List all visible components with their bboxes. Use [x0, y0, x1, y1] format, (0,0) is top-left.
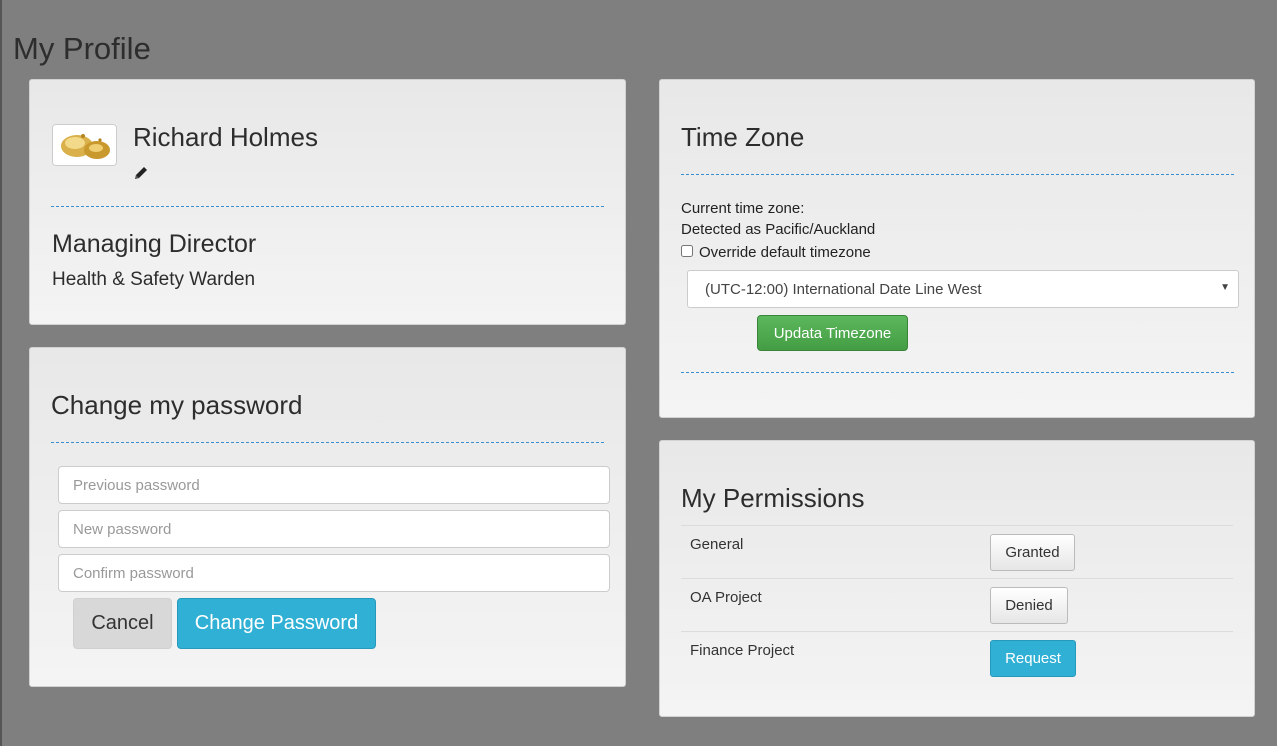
current-timezone-label: Current time zone:	[681, 200, 805, 217]
confirm-password-input[interactable]	[58, 554, 610, 592]
change-password-button[interactable]: Change Password	[177, 598, 376, 649]
permission-row: General Granted	[681, 525, 1233, 578]
password-divider	[51, 442, 604, 443]
timezone-divider-top	[681, 174, 1234, 175]
profile-name: Richard Holmes	[133, 122, 318, 152]
window-edge	[0, 0, 2, 746]
update-timezone-button[interactable]: Updata Timezone	[757, 315, 908, 351]
avatar-image	[53, 125, 116, 165]
permission-request-button[interactable]: Request	[990, 640, 1076, 677]
new-password-input[interactable]	[58, 510, 610, 548]
permissions-panel: My Permissions General Granted OA Projec…	[659, 440, 1255, 717]
timezone-selected-value: (UTC-12:00) International Date Line West	[705, 280, 982, 298]
change-password-panel: Change my password Cancel Change Passwor…	[29, 347, 626, 687]
avatar[interactable]	[52, 124, 117, 166]
timezone-divider-bottom	[681, 372, 1234, 373]
edit-pencil-icon[interactable]	[132, 164, 150, 182]
profile-divider	[51, 206, 604, 207]
profile-role: Managing Director	[52, 230, 257, 258]
dropdown-arrow-icon: ▼	[1220, 282, 1230, 293]
permission-name: OA Project	[690, 589, 762, 606]
previous-password-input[interactable]	[58, 466, 610, 504]
permission-name: Finance Project	[690, 642, 795, 659]
detected-timezone: Detected as Pacific/Auckland	[681, 221, 876, 238]
permission-row: Finance Project Request	[681, 631, 1233, 684]
cancel-button[interactable]: Cancel	[73, 598, 172, 649]
permission-row: OA Project Denied	[681, 578, 1233, 631]
change-password-title: Change my password	[51, 390, 303, 420]
override-timezone-checkbox[interactable]	[681, 245, 693, 257]
timezone-select[interactable]: (UTC-12:00) International Date Line West…	[687, 270, 1239, 308]
permission-denied-button[interactable]: Denied	[990, 587, 1068, 624]
timezone-title: Time Zone	[681, 122, 805, 152]
permissions-title: My Permissions	[681, 483, 865, 513]
profile-panel: Richard Holmes Managing Director Health …	[29, 79, 626, 325]
timezone-panel: Time Zone Current time zone: Detected as…	[659, 79, 1255, 418]
profile-secondary-role: Health & Safety Warden	[52, 269, 256, 290]
page-title: My Profile	[13, 31, 151, 66]
override-timezone-label[interactable]: Override default timezone	[699, 243, 871, 263]
permission-granted-button[interactable]: Granted	[990, 534, 1075, 571]
permission-name: General	[690, 536, 744, 553]
